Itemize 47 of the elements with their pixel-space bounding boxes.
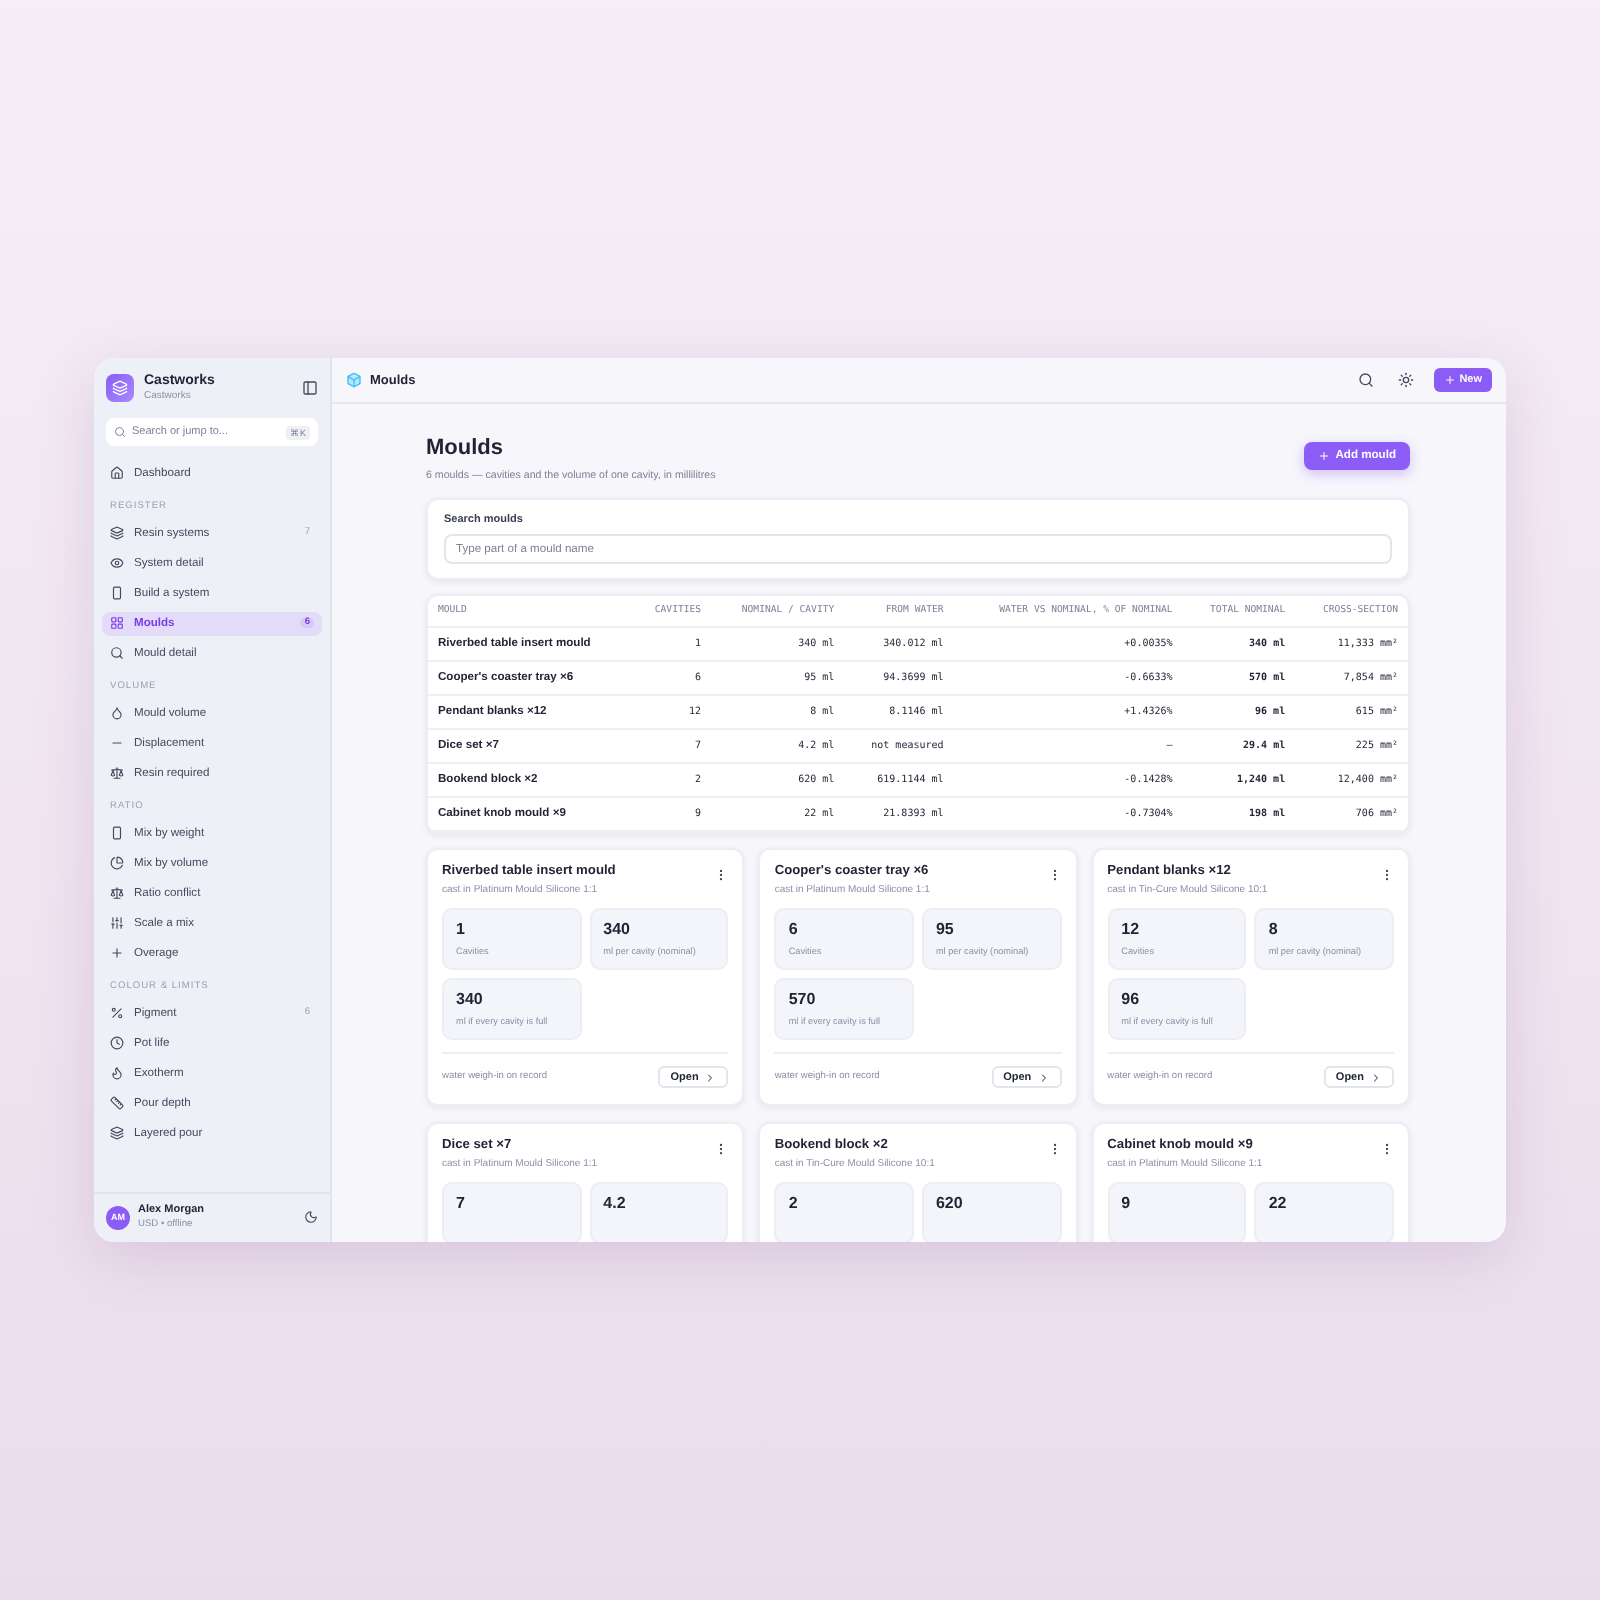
sidebar-toggle-icon[interactable] bbox=[302, 380, 318, 396]
stat-value: 2 bbox=[788, 1194, 800, 1212]
rectangle-icon bbox=[110, 826, 124, 840]
sun-icon[interactable] bbox=[1397, 372, 1414, 388]
stat-value: 340 bbox=[456, 990, 485, 1008]
chevron-icon bbox=[704, 1071, 717, 1083]
stat-value: 22 bbox=[1268, 1194, 1289, 1212]
plus-icon bbox=[1443, 374, 1456, 386]
search-icon[interactable] bbox=[1357, 372, 1374, 388]
stat-value: 620 bbox=[935, 1194, 965, 1212]
stat-value: 4.2 bbox=[603, 1194, 628, 1212]
search-icon bbox=[114, 426, 126, 438]
stat-value: 12 bbox=[1121, 920, 1142, 938]
chevron-icon bbox=[1369, 1071, 1382, 1083]
pie-chart-icon bbox=[110, 856, 124, 870]
sliders-icon bbox=[110, 916, 124, 930]
ruler-icon bbox=[110, 1096, 124, 1110]
home-icon bbox=[110, 466, 124, 480]
stat-value: 340 bbox=[603, 920, 633, 938]
plus-icon bbox=[110, 946, 124, 960]
layers-icon bbox=[110, 1126, 124, 1140]
page-title: Moulds bbox=[426, 436, 505, 460]
grid-icon bbox=[110, 616, 124, 630]
stat-value: 570 bbox=[788, 990, 818, 1008]
scale-icon bbox=[110, 766, 124, 780]
stat-value: 9 bbox=[1121, 1194, 1133, 1212]
clock-icon bbox=[110, 1036, 124, 1050]
stat-value: 96 bbox=[1121, 990, 1142, 1008]
logo-icon bbox=[106, 374, 134, 402]
layers-icon bbox=[110, 526, 124, 540]
minus-icon bbox=[110, 736, 124, 750]
droplet-icon bbox=[110, 706, 124, 720]
stat-value: 6 bbox=[788, 920, 800, 938]
stat-value: 95 bbox=[935, 920, 956, 938]
stat-value: 8 bbox=[1268, 920, 1280, 938]
eye-icon bbox=[110, 556, 124, 570]
chevron-icon bbox=[1037, 1071, 1050, 1083]
rectangle-icon bbox=[110, 586, 124, 600]
plus-icon bbox=[1317, 450, 1330, 462]
flame-icon bbox=[110, 1066, 124, 1080]
moon-icon[interactable] bbox=[304, 1210, 318, 1224]
stat-value: 1 bbox=[456, 920, 467, 938]
percent-icon bbox=[110, 1006, 124, 1020]
search-icon bbox=[110, 646, 124, 660]
stat-value: 7 bbox=[456, 1194, 467, 1212]
scale-icon bbox=[110, 886, 124, 900]
cube-icon bbox=[346, 372, 362, 388]
